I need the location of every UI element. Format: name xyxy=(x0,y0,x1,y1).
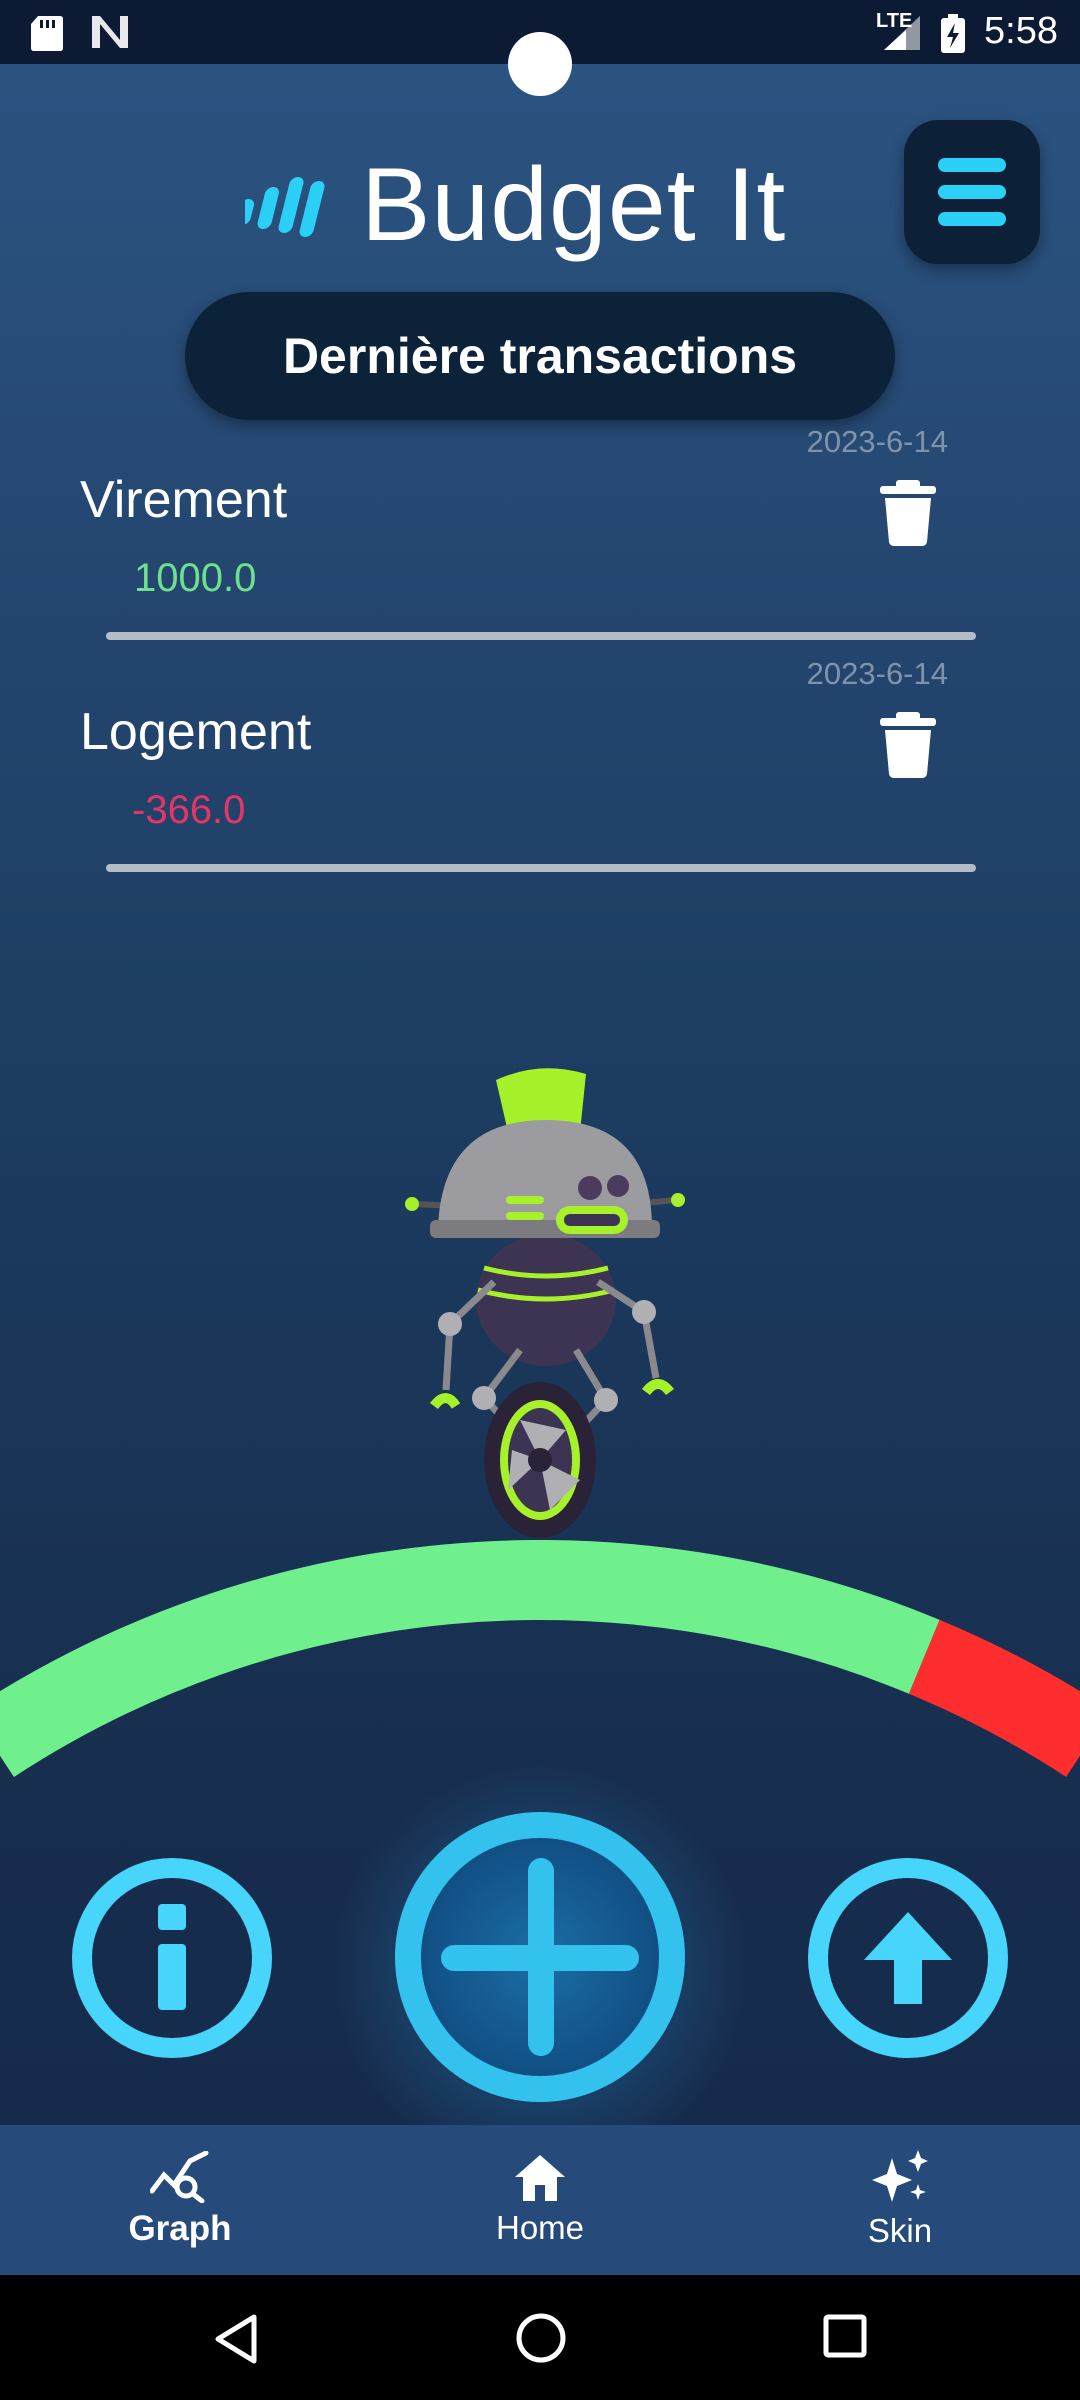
nav-item-graph[interactable]: Graph xyxy=(60,2125,300,2275)
sparkles-icon xyxy=(872,2150,928,2202)
transaction-amount: 1000.0 xyxy=(134,556,257,600)
bottom-navigation: Graph Home Skin xyxy=(0,2125,1080,2275)
plus-icon xyxy=(441,1858,639,2056)
graph-search-icon xyxy=(150,2151,209,2203)
transaction-label: Virement xyxy=(80,471,288,529)
back-icon[interactable] xyxy=(212,2313,258,2365)
info-button[interactable] xyxy=(72,1858,272,2058)
sd-card-icon xyxy=(31,16,63,51)
arrow-up-icon xyxy=(864,1912,952,2004)
lte-signal-icon xyxy=(884,16,920,50)
divider xyxy=(106,632,976,640)
n-notification-icon xyxy=(92,16,128,48)
nav-item-skin[interactable]: Skin xyxy=(780,2125,1020,2275)
app-title: Budget It xyxy=(361,146,787,263)
trash-icon[interactable] xyxy=(880,480,936,546)
section-title: Dernière transactions xyxy=(185,292,895,420)
nav-item-home[interactable]: Home xyxy=(420,2125,660,2275)
add-transaction-button[interactable] xyxy=(395,1812,685,2102)
nav-label: Skin xyxy=(867,2212,933,2249)
camera-cutout xyxy=(508,32,572,96)
robot-mascot xyxy=(405,1068,685,1538)
divider xyxy=(106,864,976,872)
status-time: 5:58 xyxy=(984,10,1058,52)
upload-button[interactable] xyxy=(808,1858,1008,2058)
nav-label: Home xyxy=(495,2209,585,2246)
battery-charging-icon xyxy=(941,14,965,53)
transaction-label: Logement xyxy=(80,703,312,761)
gauge-over-arc xyxy=(908,1619,1080,1778)
gauge-ok-arc xyxy=(0,1540,940,1777)
budget-logo-bars-icon xyxy=(245,177,325,237)
recents-icon[interactable] xyxy=(822,2313,868,2359)
info-icon xyxy=(158,1904,186,2010)
transaction-amount: -366.0 xyxy=(132,788,246,832)
transaction-item[interactable]: 2023-6-14 Logement -366.0 xyxy=(0,652,1080,872)
home-icon xyxy=(515,2155,565,2201)
transaction-date: 2023-6-14 xyxy=(806,656,948,691)
nav-label: Graph xyxy=(128,2209,232,2248)
transaction-item[interactable]: 2023-6-14 Virement 1000.0 xyxy=(0,420,1080,640)
transaction-date: 2023-6-14 xyxy=(806,424,948,459)
home-circle-icon[interactable] xyxy=(514,2311,568,2365)
system-navigation-bar xyxy=(0,2275,1080,2400)
menu-button[interactable] xyxy=(904,120,1040,264)
trash-icon[interactable] xyxy=(880,712,936,778)
app-logo: Budget It xyxy=(245,147,786,263)
